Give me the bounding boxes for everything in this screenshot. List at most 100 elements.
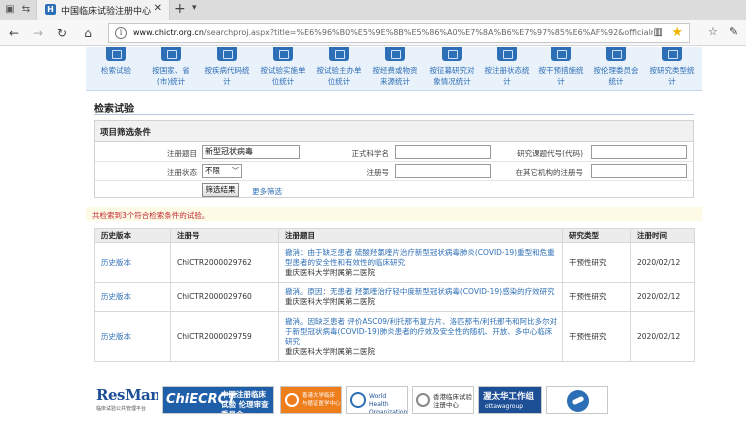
stats-nav-label: 按试验主办单位统计 — [316, 66, 362, 86]
table-row: 历史版本 ChiCTR2000029760 撤消。原因：无患者 羟氯喹治疗轻中度… — [94, 282, 695, 312]
result-count-notice: 共检索到3个符合检索条件的试验。 — [86, 207, 702, 221]
filter-results-button[interactable]: 筛选结果 — [202, 183, 239, 197]
who-emblem-icon — [350, 392, 366, 408]
browser-tab-bar: ▣ ⇆ H 中国临床试验注册中心 ✕ + ▾ — [0, 0, 746, 20]
resman-logo[interactable]: ResMan 临床试验公共管理平台 — [94, 386, 158, 414]
new-tab-icon[interactable]: + — [174, 1, 186, 17]
title-cell: 撤消。因缺乏患者 评价ASC09/利托那韦复方片、洛匹那韦/利托那韦和阿比多尔对… — [278, 311, 563, 362]
stats-nav-item-sponsor[interactable]: 按试验主办单位统计 — [314, 47, 364, 91]
stats-nav-label: 按试验实施单位统计 — [260, 66, 306, 86]
stats-nav-item-ethics[interactable]: 按伦理委员会统计 — [590, 47, 642, 91]
window-menu-icon[interactable]: ▣ — [4, 4, 16, 16]
hk-registry-emblem-icon — [416, 393, 430, 407]
map-icon — [161, 47, 181, 61]
back-arrow-icon[interactable]: ← — [6, 25, 22, 41]
stats-nav-item-implementing[interactable]: 按试验实施单位统计 — [258, 47, 308, 91]
type-cell: 干预性研究 — [562, 242, 631, 283]
regno-cell: ChiCTR2000029759 — [170, 311, 279, 362]
browser-toolbar: ← → ↻ ⌂ i www.chictr.org.cn/searchproj.a… — [0, 20, 746, 46]
tab-close-icon[interactable]: ✕ — [154, 3, 162, 14]
institution-text: 重庆医科大学附属第二医院 — [285, 346, 375, 356]
tab-list-chevron-icon[interactable]: ▾ — [192, 3, 197, 13]
document-icon — [329, 47, 349, 61]
project-code-label: 研究课题代号(代码) — [517, 149, 583, 158]
date-cell: 2020/02/12 — [630, 242, 695, 283]
institution-text: 重庆医科大学附属第二医院 — [285, 267, 375, 277]
hku-center-logo-text: 香港大学临床 与循证医学中心 — [302, 393, 341, 407]
regno-label: 注册号 — [366, 168, 390, 177]
col-header-regno: 注册号 — [170, 228, 279, 243]
url-host: www.chictr.org.cn — [133, 28, 204, 37]
type-cell: 干预性研究 — [562, 282, 631, 312]
hk-registry-logo[interactable]: 香港临床试验注册中心 — [412, 386, 474, 414]
stats-nav-item-study-type[interactable]: 按研究类型统计 — [646, 47, 698, 91]
url-path: /searchproj.aspx?title=%E6%96%B0%E5%9E%8… — [203, 28, 653, 37]
browser-tab[interactable]: H 中国临床试验注册中心 ✕ — [36, 0, 170, 20]
favorites-list-icon[interactable]: ☆ — [708, 25, 718, 38]
partner-logos: ResMan 临床试验公共管理平台 ChiECRCT 中国注册临床试验 伦理审查… — [94, 386, 614, 416]
more-filters-link[interactable]: 更多筛选 — [252, 186, 282, 197]
col-header-date: 注册时间 — [630, 228, 695, 243]
who-logo[interactable]: World Health Organization — [346, 386, 408, 414]
pill-icon — [551, 47, 571, 61]
status-select-value: 不限 — [205, 166, 220, 175]
stats-nav-item-funding[interactable]: 按经费或物资来源统计 — [370, 47, 420, 91]
address-bar[interactable]: i www.chictr.org.cn/searchproj.aspx?titl… — [108, 23, 690, 43]
project-code-input[interactable] — [591, 145, 687, 159]
stats-nav-item-intervention[interactable]: 按干预措施统计 — [536, 47, 586, 91]
search-trial-icon — [106, 47, 126, 61]
notes-pen-icon[interactable]: ✎ — [729, 25, 738, 38]
registry-globe-logo[interactable] — [546, 386, 608, 414]
globe-icon — [567, 390, 589, 412]
building-icon — [273, 47, 293, 61]
status-icon — [497, 47, 517, 61]
table-header-row: 历史版本 注册号 注册题目 研究类型 注册时间 — [94, 228, 695, 243]
stats-nav-label: 按注册状态统计 — [484, 66, 530, 86]
ottawa-group-logo-title: 渥太华工作组 — [483, 392, 535, 402]
resman-logo-subtitle: 临床试验公共管理平台 — [96, 406, 147, 412]
stats-nav-label: 检索试验 — [101, 66, 131, 75]
ottawa-group-logo-subtitle: ottawagroup — [485, 403, 524, 410]
stats-nav-label: 按经费或物资来源统计 — [372, 66, 418, 86]
title-label: 注册题目 — [167, 149, 197, 158]
stats-nav-item-search[interactable]: 检索试验 — [92, 47, 140, 91]
address-url[interactable]: www.chictr.org.cn/searchproj.aspx?title=… — [133, 28, 653, 37]
trial-title-link[interactable]: 撤消。因缺乏患者 评价ASC09/利托那韦复方片、洛匹那韦/利托那韦和阿比多尔对… — [285, 317, 558, 347]
stats-nav-label: 按征募研究对象情况统计 — [429, 66, 475, 86]
reading-view-icon[interactable]: ▥ — [654, 27, 663, 38]
ottawa-group-logo[interactable]: 渥太华工作组 ottawagroup — [478, 386, 542, 414]
stats-nav-item-recruiting[interactable]: 按征募研究对象情况统计 — [426, 47, 478, 91]
official-name-input[interactable] — [395, 145, 491, 159]
hku-center-logo[interactable]: 香港大学临床 与循证医学中心 — [280, 386, 342, 414]
stats-nav-item-status[interactable]: 按注册状态统计 — [482, 47, 532, 91]
title-cell: 撤消。原因：无患者 羟氯喹治疗轻中度新型冠状病毒(COVID-19)感染的疗效研… — [278, 282, 563, 312]
regno-cell: ChiCTR2000029762 — [170, 242, 279, 283]
favorite-star-icon[interactable]: ★ — [671, 25, 683, 40]
trial-title-link[interactable]: 撤消：由于缺乏患者 硫酸羟氯喹片治疗新型冠状病毒肺炎(COVID-19)重型和危… — [285, 248, 558, 268]
sparkle-icon — [662, 47, 682, 61]
title-input[interactable]: 新型冠状病毒 — [202, 145, 300, 159]
stats-nav-item-disease[interactable]: 按疾病代码统计 — [202, 47, 252, 91]
chiecrct-logo[interactable]: ChiECRCT 中国注册临床试验 伦理审查委员会 — [162, 386, 274, 414]
other-regno-input[interactable] — [591, 164, 687, 178]
stats-nav-item-country[interactable]: 按国家、省(市)统计 — [146, 47, 196, 91]
col-header-type: 研究类型 — [562, 228, 631, 243]
table-row: 历史版本 ChiCTR2000029759 撤消。因缺乏患者 评价ASC09/利… — [94, 311, 695, 362]
home-icon[interactable]: ⌂ — [80, 25, 96, 41]
history-link[interactable]: 历史版本 — [94, 311, 171, 362]
filter-panel: 项目筛选条件 注册题目 新型冠状病毒 正式科学名 研究课题代号(代码) 注册状态… — [94, 120, 694, 198]
forward-arrow-icon[interactable]: → — [30, 25, 46, 41]
title-cell: 撤消：由于缺乏患者 硫酸羟氯喹片治疗新型冠状病毒肺炎(COVID-19)重型和危… — [278, 242, 563, 283]
tab-title: 中国临床试验注册中心 — [61, 7, 152, 17]
status-select[interactable]: 不限 ﹀ — [202, 164, 242, 178]
site-info-icon[interactable]: i — [115, 27, 127, 39]
disease-code-icon — [217, 47, 237, 61]
refresh-icon[interactable]: ↻ — [54, 25, 70, 41]
results-table: 历史版本 注册号 注册题目 研究类型 注册时间 历史版本 ChiCTR20000… — [94, 228, 695, 362]
ethics-icon — [606, 47, 626, 61]
history-link[interactable]: 历史版本 — [94, 282, 171, 312]
tab-actions-icon[interactable]: ⇆ — [20, 4, 32, 16]
trial-title-link[interactable]: 撤消。原因：无患者 羟氯喹治疗轻中度新型冠状病毒(COVID-19)感染的疗效研… — [285, 287, 558, 297]
history-link[interactable]: 历史版本 — [94, 242, 171, 283]
regno-input[interactable] — [395, 164, 491, 178]
